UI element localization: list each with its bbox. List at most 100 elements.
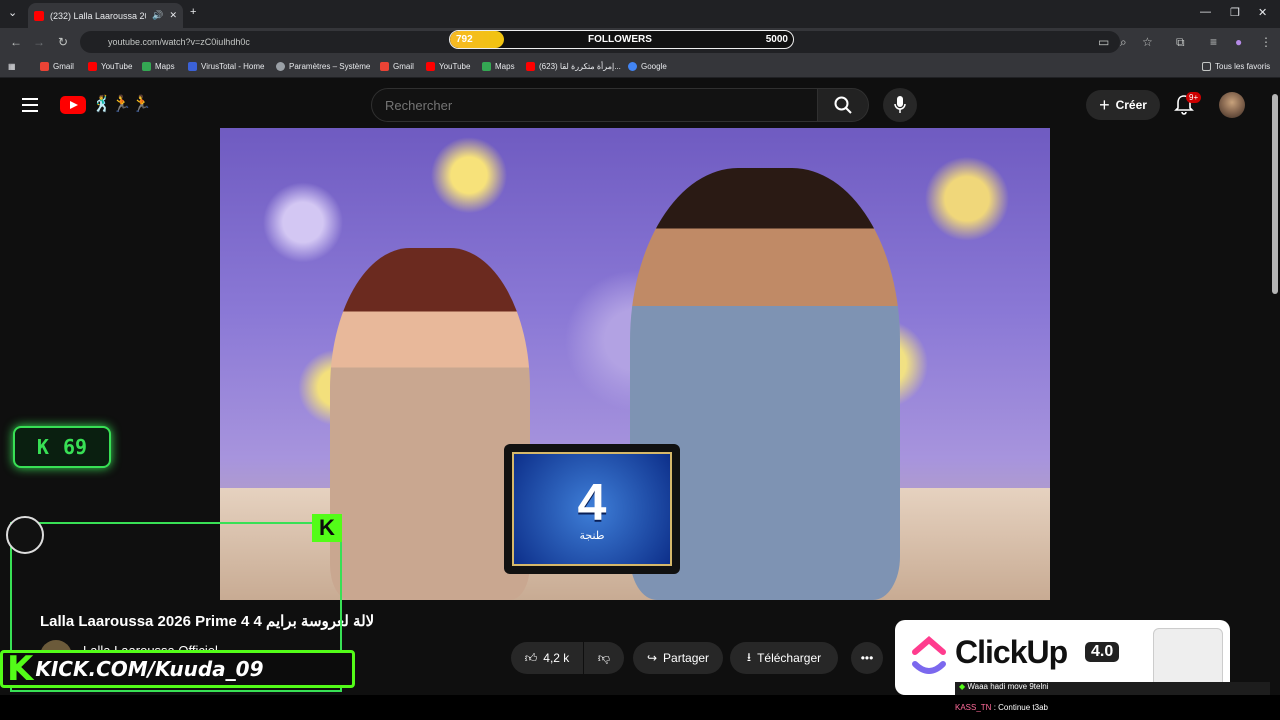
search-button[interactable]	[817, 88, 869, 122]
thumbs-down-icon: 👎︎	[597, 650, 611, 665]
media-icon[interactable]: ≡	[1210, 35, 1217, 49]
ad-app-preview	[1153, 628, 1223, 690]
browser-tab-bar: ⌄ (232) Lalla Laaroussa 2026 | 🔊 ✕ + — ❐…	[0, 0, 1280, 28]
apps-grid-icon[interactable]: ▦	[8, 62, 16, 71]
kick-banner-logo-icon: K	[7, 649, 34, 689]
chat-message-2: KASS_TN : Continue t3ab	[955, 703, 1048, 712]
bookmark-youtube[interactable]: YouTube	[88, 62, 132, 71]
like-count: 4,2 k	[543, 651, 570, 665]
thumbs-up-icon: 👍︎	[524, 650, 538, 665]
plus-icon: +	[1099, 94, 1110, 115]
create-button[interactable]: + Créer	[1086, 90, 1160, 120]
video-scene-score-screen: 4 طنجة	[504, 444, 680, 574]
cast-icon[interactable]: ▭	[1098, 35, 1109, 49]
youtube-header: 🕺🏃🏃 + Créer 9+	[0, 80, 1270, 130]
share-button[interactable]: ↪ Partager	[633, 642, 723, 674]
gmail-icon	[40, 62, 49, 71]
score-number: 4	[577, 473, 607, 532]
ad-version: 4.0	[1085, 642, 1120, 662]
bookmark-gmail[interactable]: Gmail	[40, 62, 74, 71]
browser-tab[interactable]: (232) Lalla Laaroussa 2026 | 🔊 ✕	[28, 3, 183, 28]
minimize-icon[interactable]: —	[1200, 6, 1211, 18]
maps-icon	[142, 62, 151, 71]
hamburger-menu-icon[interactable]	[22, 98, 38, 112]
tab-search-icon[interactable]: ⌄	[8, 6, 17, 19]
search-box[interactable]	[371, 88, 818, 122]
bookmark-gmail-2[interactable]: Gmail	[380, 62, 414, 71]
like-button[interactable]: 👍︎ 4,2 k	[511, 642, 583, 674]
close-window-icon[interactable]: ✕	[1258, 6, 1267, 19]
search-input[interactable]	[372, 89, 817, 121]
bookmark-video[interactable]: (623) إمرأة متكررة لقا...	[526, 62, 621, 71]
new-tab-icon[interactable]: +	[190, 6, 196, 18]
search-icon	[834, 96, 852, 114]
kick-viewer-count: 69	[62, 435, 88, 459]
tab-close-icon[interactable]: ✕	[169, 10, 177, 21]
clickup-logo-icon	[912, 636, 946, 674]
youtube-logo-icon[interactable]	[60, 96, 86, 114]
kick-channel-banner: K KICK.COM/Kuuda_09	[0, 650, 355, 688]
followers-label: FOLLOWERS	[588, 34, 652, 45]
gmail-icon	[380, 62, 389, 71]
dislike-button[interactable]: 👎︎	[584, 642, 624, 674]
tab-title: (232) Lalla Laaroussa 2026 |	[50, 10, 146, 21]
google-icon	[628, 62, 637, 71]
folder-icon	[1202, 62, 1211, 71]
bookmark-settings[interactable]: Paramètres – Système	[276, 62, 370, 71]
youtube-favicon-icon	[34, 10, 44, 21]
doodle-figures-icon[interactable]: 🕺🏃🏃	[92, 94, 152, 114]
bookmark-youtube-2[interactable]: YouTube	[426, 62, 470, 71]
bottom-strip	[0, 695, 1280, 720]
download-label: Télécharger	[757, 651, 822, 665]
chat-user-2: KASS_TN	[955, 703, 992, 712]
maps-icon	[482, 62, 491, 71]
chat-line-2: : Continue t3ab	[993, 703, 1048, 712]
page-scrollbar[interactable]	[1270, 80, 1280, 695]
menu-kebab-icon[interactable]: ⋮	[1260, 35, 1272, 49]
voice-search-button[interactable]	[883, 88, 917, 122]
forward-icon[interactable]: →	[33, 35, 45, 49]
audio-icon[interactable]: 🔊	[152, 10, 163, 21]
bookmark-virustotal[interactable]: VirusTotal - Home	[188, 62, 264, 71]
kick-viewer-counter: K 69	[13, 426, 111, 468]
youtube-icon	[526, 62, 535, 71]
bookmark-google[interactable]: Google	[628, 62, 667, 71]
chat-user-badge-icon: ◆	[959, 682, 966, 691]
bookmark-maps[interactable]: Maps	[142, 62, 175, 71]
kick-counter-icon: K	[36, 435, 49, 459]
user-avatar[interactable]	[1219, 92, 1245, 118]
share-icon: ↪	[646, 651, 658, 665]
url-text[interactable]: youtube.com/watch?v=zC0iulhdh0c	[108, 37, 250, 47]
notification-badge: 9+	[1186, 92, 1202, 103]
download-icon: ⭳	[746, 649, 752, 664]
back-icon[interactable]: ←	[10, 35, 22, 49]
microphone-icon	[894, 96, 906, 113]
followers-goal: 5000	[765, 34, 788, 45]
profile-icon[interactable]: ●	[1235, 35, 1242, 49]
kick-logo-icon: K	[312, 514, 342, 542]
restore-icon[interactable]: ❐	[1230, 6, 1240, 19]
extensions-icon[interactable]: ⧉	[1176, 35, 1185, 50]
more-horizontal-icon: •••	[860, 651, 874, 665]
chat-message-1: ◆ Waaa hadi move 9telni	[955, 682, 1275, 695]
bookmarks-bar: ▦ Gmail YouTube Maps VirusTotal - Home P…	[0, 56, 1280, 78]
virustotal-icon	[188, 62, 197, 71]
all-bookmarks[interactable]: Tous les favoris	[1202, 62, 1270, 71]
followers-goal-widget: 792 FOLLOWERS 5000	[449, 30, 794, 49]
score-city: طنجة	[579, 529, 605, 542]
zoom-icon[interactable]: ⌕	[1120, 35, 1127, 50]
reload-icon[interactable]: ↻	[58, 35, 68, 49]
video-scene-person-left	[330, 248, 530, 600]
gear-icon	[276, 62, 285, 71]
download-button[interactable]: ⭳ Télécharger	[730, 642, 838, 674]
youtube-icon	[426, 62, 435, 71]
video-player[interactable]: 4 طنجة	[220, 128, 1050, 600]
more-actions-button[interactable]: •••	[851, 642, 883, 674]
kick-channel-url: KICK.COM/Kuuda_09	[35, 657, 264, 681]
bookmark-maps-2[interactable]: Maps	[482, 62, 515, 71]
streamer-badge-icon	[6, 516, 44, 554]
bookmark-star-icon[interactable]: ☆	[1142, 35, 1153, 49]
create-label: Créer	[1115, 98, 1147, 112]
followers-current: 792	[456, 34, 473, 45]
scrollbar-thumb[interactable]	[1272, 94, 1278, 294]
